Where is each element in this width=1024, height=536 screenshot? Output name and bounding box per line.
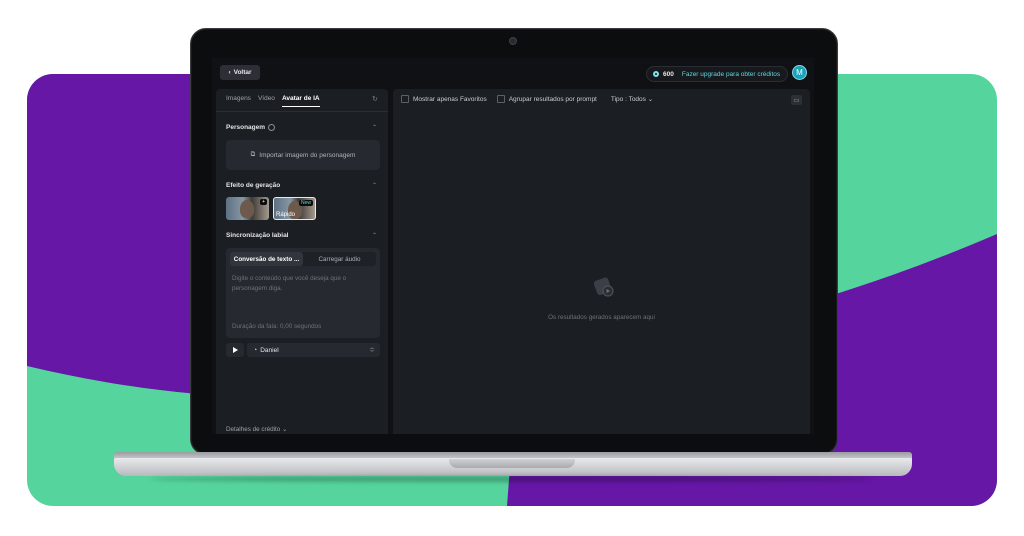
tab-images[interactable]: Imagens xyxy=(226,95,251,107)
voice-name: Daniel xyxy=(260,346,279,354)
face-image xyxy=(240,200,254,218)
speech-duration: Duração da fala: 0,00 segundos xyxy=(232,323,322,330)
effect-thumbnail-1[interactable]: + xyxy=(226,197,269,220)
text-conversion-tab[interactable]: Conversão de texto ... xyxy=(230,252,303,266)
credits-pill[interactable]: 600 Fazer upgrade para obter créditos xyxy=(646,66,788,82)
chevron-up-icon[interactable]: ⌃ xyxy=(372,124,377,131)
group-label: Agrupar resultados por prompt xyxy=(508,95,597,103)
filter-bar: Mostrar apenas Favoritos Agrupar resulta… xyxy=(401,95,653,103)
laptop-notch xyxy=(449,459,575,468)
back-label: Voltar xyxy=(233,69,252,76)
favorites-checkbox[interactable] xyxy=(401,95,409,103)
play-button[interactable] xyxy=(226,343,244,357)
new-badge: New xyxy=(298,200,313,206)
left-panel: Imagens Vídeo Avatar de IA ↻ Personagem … xyxy=(216,89,388,434)
type-filter-label: Tipo : Todos xyxy=(610,96,646,103)
refresh-icon[interactable]: ↻ xyxy=(372,95,378,103)
plus-icon: + xyxy=(260,199,267,205)
image-import-icon: ⧉ xyxy=(250,151,256,158)
empty-results-text: Os resultados gerados aparecem aqui xyxy=(548,314,655,321)
type-filter-dropdown[interactable]: Tipo : Todos ⌄ xyxy=(611,95,653,103)
voice-icon: ◔ xyxy=(253,346,258,354)
chevron-up-icon[interactable]: ⌃ xyxy=(372,182,377,189)
character-section-title: Personagem xyxy=(226,124,276,132)
upload-audio-tab[interactable]: Carregar áudio xyxy=(303,252,376,266)
divider xyxy=(216,111,388,112)
speech-text-input[interactable]: Digite o conteúdo que você deseja que o … xyxy=(232,274,362,294)
tab-video[interactable]: Vídeo xyxy=(258,95,275,107)
chevron-up-icon[interactable]: ⌃ xyxy=(372,232,377,239)
favorites-label: Mostrar apenas Favoritos xyxy=(413,95,487,103)
sliders-icon[interactable]: ≑ xyxy=(369,346,375,354)
credit-count: 600 xyxy=(663,70,674,78)
webcam xyxy=(509,37,517,45)
credit-details-label: Detalhes de crédito xyxy=(226,426,281,433)
effect-label: Rápido xyxy=(276,212,296,218)
effect-section-title: Efeito de geração xyxy=(226,182,281,189)
back-button[interactable]: ‹ Voltar xyxy=(220,65,260,80)
effect-thumbnail-2[interactable]: New Rápido xyxy=(273,197,316,220)
info-icon[interactable] xyxy=(268,124,276,131)
avatar[interactable]: M xyxy=(792,65,807,80)
top-bar: ‹ Voltar 600 Fazer upgrade para obter cr… xyxy=(212,58,814,88)
results-panel: Mostrar apenas Favoritos Agrupar resulta… xyxy=(393,89,810,434)
laptop-shadow xyxy=(150,476,874,482)
character-title: Personagem xyxy=(226,124,266,132)
voice-selector[interactable]: ◔ Daniel ≑ xyxy=(247,343,380,357)
folder-icon[interactable]: ▭ xyxy=(791,95,802,105)
import-label: Importar imagem do personagem xyxy=(259,151,356,159)
group-checkbox[interactable] xyxy=(496,95,505,103)
chevron-down-icon: ⌄ xyxy=(282,426,288,433)
mode-tabs: Imagens Vídeo Avatar de IA xyxy=(226,95,320,107)
coin-icon xyxy=(653,71,659,77)
tab-ai-avatar[interactable]: Avatar de IA xyxy=(281,95,320,107)
chevron-down-icon: ⌄ xyxy=(647,96,654,103)
empty-results-icon xyxy=(593,277,614,297)
lipsync-mode-toggle: Conversão de texto ... Carregar áudio xyxy=(230,252,376,266)
upgrade-link[interactable]: Fazer upgrade para obter créditos xyxy=(682,71,780,78)
credit-details-link[interactable]: Detalhes de crédito ⌄ xyxy=(226,426,287,433)
chevron-left-icon: ‹ xyxy=(228,69,231,76)
lipsync-box: Conversão de texto ... Carregar áudio Di… xyxy=(226,248,380,338)
app-screen: ‹ Voltar 600 Fazer upgrade para obter cr… xyxy=(212,58,814,434)
import-character-button[interactable]: ⧉ Importar imagem do personagem xyxy=(226,140,380,170)
lipsync-section-title: Sincronização labial xyxy=(226,232,289,239)
